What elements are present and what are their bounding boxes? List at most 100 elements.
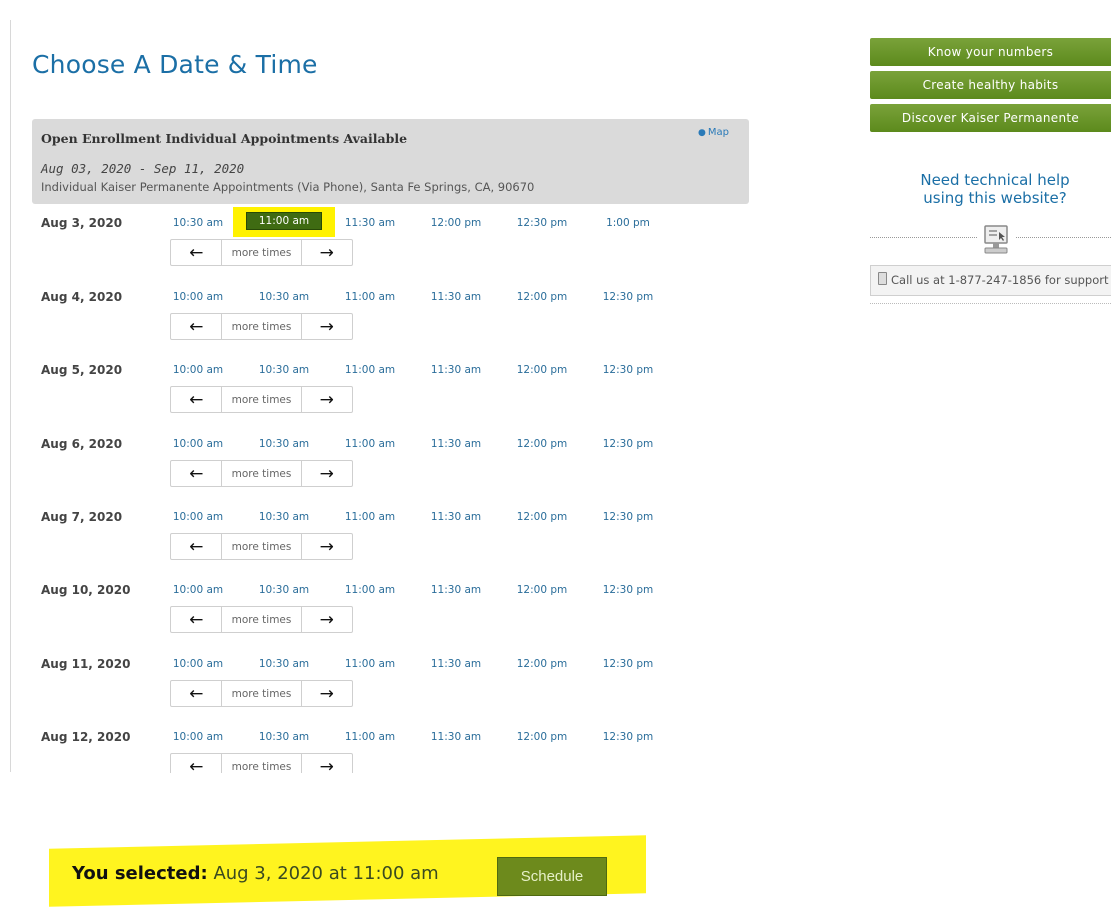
time-slot-link[interactable]: 12:00 pm — [422, 217, 490, 229]
time-slot-link[interactable]: 10:30 am — [164, 217, 232, 229]
time-slot-link[interactable]: 12:30 pm — [594, 584, 662, 596]
time-slot-link[interactable]: 10:30 am — [250, 364, 318, 376]
time-slot-link[interactable]: 12:00 pm — [508, 658, 576, 670]
time-slot-link[interactable]: 12:00 pm — [508, 511, 576, 523]
next-times-arrow-icon[interactable]: → — [302, 314, 352, 339]
more-times-pager: ← more times → — [170, 313, 353, 340]
time-slot-link[interactable]: 11:00 am — [336, 291, 404, 303]
time-slot-link[interactable]: 10:30 am — [250, 511, 318, 523]
previous-times-arrow-icon[interactable]: ← — [171, 461, 221, 486]
time-slot-link[interactable]: 11:00 am — [336, 731, 404, 743]
time-slot-link[interactable]: 10:00 am — [164, 584, 232, 596]
more-times-pager: ← more times → — [170, 386, 353, 413]
technical-help-heading: Need technical help using this website? — [880, 171, 1110, 207]
time-slot-link[interactable]: 10:30 am — [250, 438, 318, 450]
day-row: Aug 3, 2020 10:30 am 11:00 am 11:30 am 12:00… — [32, 207, 749, 286]
time-slot-link[interactable]: 11:00 am — [336, 658, 404, 670]
time-slot-link[interactable]: 10:00 am — [164, 291, 232, 303]
day-date-label: Aug 6, 2020 — [41, 437, 123, 451]
more-times-button[interactable]: more times — [221, 534, 302, 559]
time-slot-link[interactable]: 12:00 pm — [508, 364, 576, 376]
technical-help-line-2: using this website? — [923, 189, 1067, 207]
time-slot-link[interactable]: 10:30 am — [250, 584, 318, 596]
more-times-button[interactable]: more times — [221, 387, 302, 412]
time-slot-link[interactable]: 12:30 pm — [508, 217, 576, 229]
next-times-arrow-icon[interactable]: → — [302, 534, 352, 559]
day-row: Aug 7, 2020 10:00 am 10:30 am 11:00 am 11:30… — [32, 510, 749, 580]
time-slot-link[interactable]: 10:30 am — [250, 731, 318, 743]
time-slot-link[interactable]: 11:30 am — [336, 217, 404, 229]
create-healthy-habits-button[interactable]: Create healthy habits — [870, 71, 1111, 99]
day-row: Aug 5, 2020 10:00 am 10:30 am 11:00 am 11:30… — [32, 363, 749, 433]
time-slot-link[interactable]: 11:00 am — [336, 511, 404, 523]
day-date-label: Aug 7, 2020 — [41, 510, 123, 524]
more-times-button[interactable]: more times — [221, 314, 302, 339]
call-support-text: Call us at 1-877-247-1856 for support — [891, 273, 1109, 287]
time-slot-link[interactable]: 12:30 pm — [594, 291, 662, 303]
time-slot-link[interactable]: 12:30 pm — [594, 511, 662, 523]
help-divider-bottom — [870, 303, 1111, 304]
time-slot-link[interactable]: 11:30 am — [422, 731, 490, 743]
previous-times-arrow-icon[interactable]: ← — [171, 754, 221, 774]
time-slot-link[interactable]: 12:30 pm — [594, 658, 662, 670]
time-slot-link[interactable]: 11:00 am — [336, 584, 404, 596]
previous-times-arrow-icon[interactable]: ← — [171, 681, 221, 706]
day-date-label: Aug 3, 2020 — [41, 216, 123, 230]
previous-times-arrow-icon[interactable]: ← — [171, 240, 221, 265]
more-times-button[interactable]: more times — [221, 461, 302, 486]
time-slot-link[interactable]: 12:00 pm — [508, 438, 576, 450]
time-slot-link[interactable]: 11:00 am — [336, 438, 404, 450]
time-slot-link[interactable]: 10:00 am — [164, 438, 232, 450]
time-slot-link[interactable]: 12:30 pm — [594, 438, 662, 450]
day-date-label: Aug 12, 2020 — [41, 730, 131, 744]
previous-times-arrow-icon[interactable]: ← — [171, 314, 221, 339]
time-slot-link[interactable]: 10:30 am — [250, 658, 318, 670]
time-slot-link[interactable]: 12:00 pm — [508, 584, 576, 596]
more-times-button[interactable]: more times — [221, 240, 302, 265]
time-slot-link[interactable]: 11:00 am — [233, 207, 335, 237]
call-support-box: Call us at 1-877-247-1856 for support — [870, 265, 1111, 296]
schedule-button[interactable]: Schedule — [497, 857, 607, 896]
time-slot-link[interactable]: 12:00 pm — [508, 731, 576, 743]
know-your-numbers-button[interactable]: Know your numbers — [870, 38, 1111, 66]
previous-times-arrow-icon[interactable]: ← — [171, 387, 221, 412]
next-times-arrow-icon[interactable]: → — [302, 607, 352, 632]
selection-value: Aug 3, 2020 at 11:00 am — [213, 863, 439, 884]
more-times-pager: ← more times → — [170, 239, 353, 266]
day-date-label: Aug 5, 2020 — [41, 363, 123, 377]
time-slot-link[interactable]: 11:30 am — [422, 658, 490, 670]
time-slot-link[interactable]: 11:30 am — [422, 438, 490, 450]
selection-label: You selected: — [72, 863, 208, 884]
time-slot-link[interactable]: 10:00 am — [164, 731, 232, 743]
computer-help-icon — [977, 223, 1015, 261]
time-slot-link[interactable]: 10:00 am — [164, 658, 232, 670]
previous-times-arrow-icon[interactable]: ← — [171, 607, 221, 632]
more-times-button[interactable]: more times — [221, 754, 302, 773]
time-slot-link[interactable]: 11:00 am — [336, 364, 404, 376]
next-times-arrow-icon[interactable]: → — [302, 387, 352, 412]
more-times-button[interactable]: more times — [221, 681, 302, 706]
time-slot-link[interactable]: 12:00 pm — [508, 291, 576, 303]
time-slot-link[interactable]: 11:30 am — [422, 291, 490, 303]
time-slot-link[interactable]: 12:30 pm — [594, 731, 662, 743]
day-row: Aug 12, 2020 10:00 am 10:30 am 11:00 am 11:3… — [32, 730, 749, 773]
more-times-pager: ← more times → — [170, 606, 353, 633]
more-times-pager: ← more times → — [170, 680, 353, 707]
time-slot-link[interactable]: 1:00 pm — [594, 217, 662, 229]
day-row: Aug 11, 2020 10:00 am 10:30 am 11:00 am 11:3… — [32, 657, 749, 727]
next-times-arrow-icon[interactable]: → — [302, 240, 352, 265]
time-slot-link[interactable]: 11:30 am — [422, 584, 490, 596]
next-times-arrow-icon[interactable]: → — [302, 461, 352, 486]
time-slot-link[interactable]: 10:30 am — [250, 291, 318, 303]
discover-kaiser-permanente-button[interactable]: Discover Kaiser Permanente — [870, 104, 1111, 132]
time-slot-link[interactable]: 12:30 pm — [594, 364, 662, 376]
time-slot-link[interactable]: 10:00 am — [164, 511, 232, 523]
time-slot-link[interactable]: 11:30 am — [422, 364, 490, 376]
time-slot-link[interactable]: 11:30 am — [422, 511, 490, 523]
next-times-arrow-icon[interactable]: → — [302, 681, 352, 706]
more-times-button[interactable]: more times — [221, 607, 302, 632]
previous-times-arrow-icon[interactable]: ← — [171, 534, 221, 559]
time-slot-link[interactable]: 10:00 am — [164, 364, 232, 376]
day-row: Aug 10, 2020 10:00 am 10:30 am 11:00 am 11:3… — [32, 583, 749, 653]
next-times-arrow-icon[interactable]: → — [302, 754, 352, 774]
